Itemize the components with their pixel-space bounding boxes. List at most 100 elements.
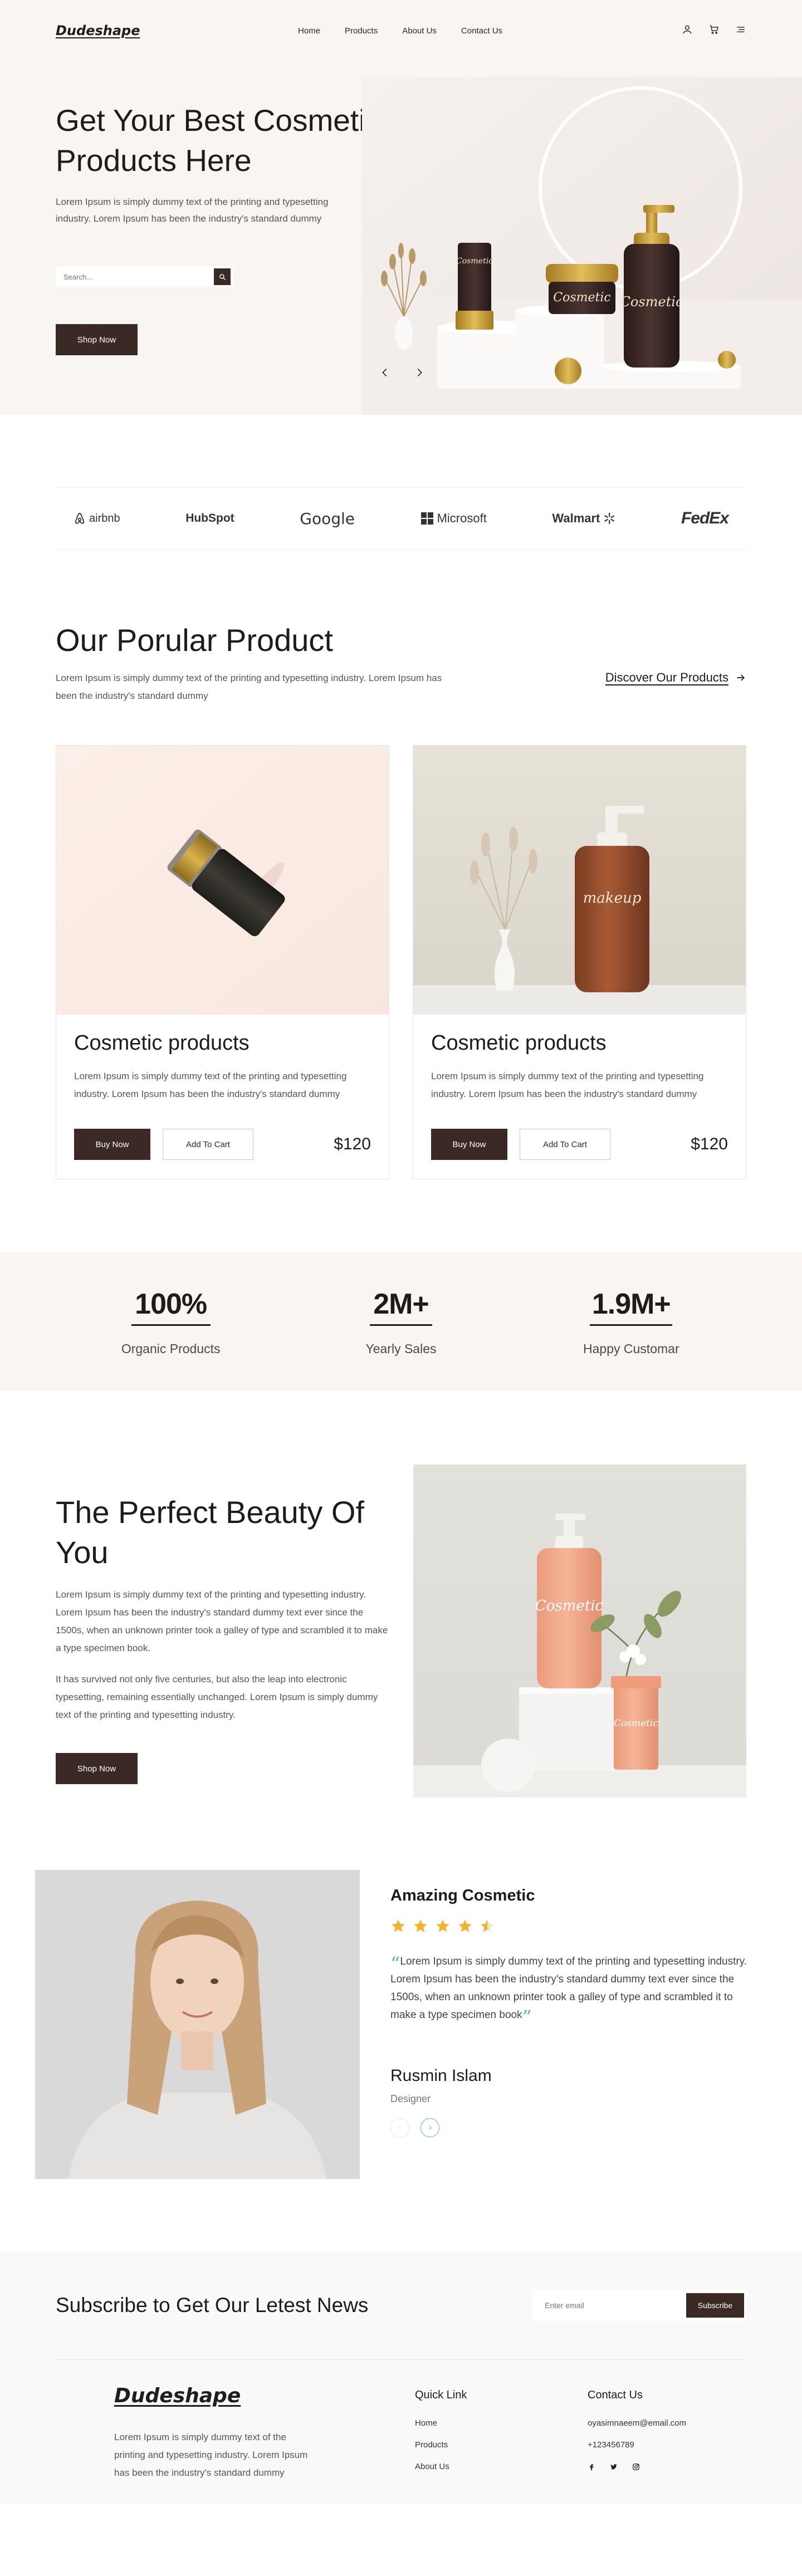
- stat-label: Organic Products: [121, 1341, 221, 1356]
- beauty-title: The Perfect Beauty Of You: [56, 1495, 365, 1570]
- hero-section: Dudeshape Home Products About Us Contact…: [0, 0, 802, 415]
- star-icon: [481, 1919, 494, 1932]
- stat-value: 2M+: [373, 1288, 429, 1320]
- search-button[interactable]: [214, 268, 231, 285]
- nav-products[interactable]: Products: [345, 26, 378, 36]
- top-nav: Dudeshape Home Products About Us Contact…: [0, 0, 802, 61]
- testimonial-heading: Amazing Cosmetic: [390, 1887, 535, 1904]
- star-icon: [392, 1919, 405, 1932]
- products-description: Lorem Ipsum is simply dummy text of the …: [56, 673, 442, 701]
- testimonial-pager: [390, 2118, 758, 2137]
- subscribe-row: Subscribe to Get Our Letest News Subscri…: [56, 2251, 746, 2360]
- brand-hubspot: HubSpot: [185, 512, 234, 525]
- footer-description: Lorem Ipsum is simply dummy text of the …: [114, 2432, 308, 2478]
- stat-underline: [590, 1324, 673, 1326]
- product-description: Lorem Ipsum is simply dummy text of the …: [74, 1071, 347, 1099]
- footer-link-home[interactable]: Home: [415, 2418, 588, 2428]
- menu-icon[interactable]: [735, 24, 746, 38]
- search-input[interactable]: [56, 266, 214, 287]
- stat-sales: 2M+ Yearly Sales: [286, 1252, 516, 1391]
- brand-walmart: Walmart: [552, 511, 615, 526]
- product-card: makeup Cosmetic products Lorem Ipsum is …: [413, 745, 746, 1179]
- brand-microsoft: Microsoft: [420, 511, 487, 526]
- beauty-shop-now-button[interactable]: Shop Now: [56, 1753, 138, 1784]
- arrow-right-icon[interactable]: [413, 366, 426, 381]
- brand-airbnb: airbnb: [74, 512, 120, 525]
- svg-text:makeup: makeup: [583, 890, 642, 907]
- prev-arrow-button[interactable]: [390, 2118, 409, 2137]
- discover-products-link[interactable]: Discover Our Products: [605, 670, 746, 685]
- product-image: makeup: [413, 746, 746, 1015]
- star-icon: [458, 1919, 472, 1932]
- stat-value: 100%: [135, 1288, 207, 1320]
- footer-phone[interactable]: +123456789: [588, 2440, 686, 2450]
- hero-shop-now-button[interactable]: Shop Now: [56, 324, 138, 355]
- star-icon: [436, 1919, 449, 1932]
- subscribe-form: Subscribe: [532, 2290, 746, 2321]
- cart-icon[interactable]: [708, 24, 720, 38]
- products-title: Our Porular Product: [56, 623, 333, 658]
- nav-about[interactable]: About Us: [402, 26, 437, 36]
- testimonial-photo: [35, 1870, 360, 2179]
- user-icon[interactable]: [682, 24, 693, 38]
- twitter-icon[interactable]: [610, 2463, 618, 2473]
- walmart-spark-icon: [604, 512, 615, 525]
- brand-fedex: FedEx: [681, 509, 729, 527]
- add-to-cart-button[interactable]: Add To Cart: [520, 1129, 610, 1160]
- search-icon: [219, 274, 226, 280]
- beauty-image: Cosmetic Cosmetic: [413, 1465, 746, 1798]
- footer-link-products[interactable]: Products: [415, 2440, 588, 2450]
- brand-logos: airbnb HubSpot Google Microsoft Walmart …: [56, 487, 746, 550]
- footer-email[interactable]: oyasimnaeem@email.com: [588, 2418, 686, 2428]
- subscribe-button[interactable]: Subscribe: [686, 2293, 744, 2318]
- arrow-left-icon[interactable]: [379, 366, 391, 381]
- svg-text:Cosmetic: Cosmetic: [553, 291, 610, 305]
- svg-text:Cosmetic: Cosmetic: [456, 257, 493, 266]
- chevron-right-icon: [429, 2126, 432, 2130]
- stats-section: 100% Organic Products 2M+ Yearly Sales 1…: [0, 1252, 802, 1391]
- add-to-cart-button[interactable]: Add To Cart: [163, 1129, 253, 1160]
- product-card: Cosmetic products Lorem Ipsum is simply …: [56, 745, 389, 1179]
- svg-text:Cosmetic: Cosmetic: [535, 1598, 604, 1614]
- footer: Subscribe to Get Our Letest News Subscri…: [0, 2251, 802, 2504]
- buy-now-button[interactable]: Buy Now: [431, 1129, 507, 1160]
- svg-text:Cosmetic: Cosmetic: [620, 294, 683, 310]
- email-input[interactable]: [545, 2301, 686, 2310]
- nav-contact[interactable]: Contact Us: [461, 26, 502, 36]
- open-quote-icon: “: [390, 1953, 400, 1975]
- nav-icons: [682, 24, 746, 38]
- product-price: $120: [691, 1135, 728, 1153]
- hero-carousel-arrows: [379, 366, 426, 381]
- microsoft-icon: [420, 512, 433, 525]
- social-links: [588, 2463, 686, 2473]
- nav-home[interactable]: Home: [298, 26, 320, 36]
- beauty-paragraph: It has survived not only five centuries,…: [56, 1674, 378, 1720]
- airbnb-icon: [75, 512, 85, 524]
- subscribe-title: Subscribe to Get Our Letest News: [56, 2294, 369, 2317]
- beauty-paragraph: Lorem Ipsum is simply dummy text of the …: [56, 1589, 388, 1653]
- stat-label: Happy Customar: [583, 1341, 679, 1356]
- arrow-right-icon: [737, 674, 745, 681]
- popular-products-section: Our Porular Product Lorem Ipsum is simpl…: [0, 550, 802, 1179]
- stat-customers: 1.9M+ Happy Customar: [516, 1252, 746, 1391]
- perfect-beauty-section: The Perfect Beauty Of You Lorem Ipsum is…: [0, 1391, 802, 1798]
- facebook-icon[interactable]: [588, 2463, 595, 2473]
- reviewer-name: Rusmin Islam: [390, 2066, 492, 2085]
- stat-underline: [369, 1324, 432, 1326]
- footer-link-about[interactable]: About Us: [415, 2462, 588, 2471]
- product-price: $120: [334, 1135, 371, 1153]
- next-arrow-button[interactable]: [420, 2118, 439, 2137]
- footer-logo[interactable]: Dudeshape: [114, 2384, 415, 2407]
- star-icon: [414, 1919, 427, 1932]
- hero-product-image: Cosmetic Cosmetic Cosmetic: [362, 77, 802, 415]
- instagram-icon[interactable]: [632, 2463, 640, 2473]
- product-image: [56, 746, 389, 1015]
- logo[interactable]: Dudeshape: [56, 23, 298, 38]
- product-title: Cosmetic products: [74, 1031, 250, 1055]
- stat-value: 1.9M+: [591, 1288, 671, 1320]
- product-description: Lorem Ipsum is simply dummy text of the …: [431, 1071, 704, 1099]
- hero-search: [56, 266, 233, 287]
- testimonial-quote: “Lorem Ipsum is simply dummy text of the…: [390, 1953, 747, 2029]
- stat-underline: [131, 1324, 211, 1326]
- buy-now-button[interactable]: Buy Now: [74, 1129, 150, 1160]
